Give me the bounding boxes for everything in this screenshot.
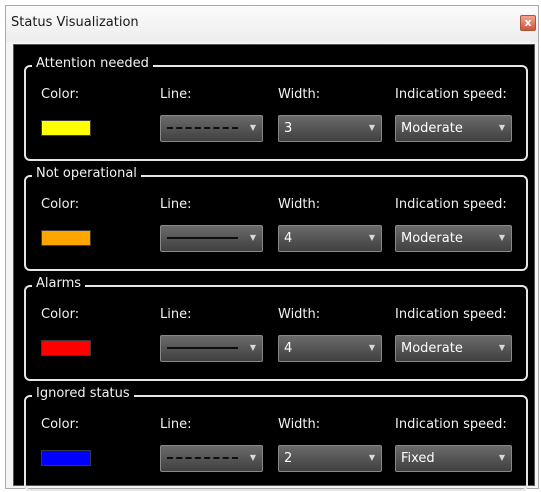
width-label: Width:	[278, 417, 321, 432]
speed-dropdown[interactable]: Moderate ▼	[395, 115, 512, 142]
line-style-sample	[167, 347, 238, 349]
chevron-down-icon: ▼	[368, 343, 375, 352]
chevron-down-icon: ▼	[498, 453, 505, 462]
speed-label: Indication speed:	[395, 197, 507, 212]
chevron-down-icon: ▼	[498, 343, 505, 352]
color-swatch[interactable]	[41, 120, 91, 136]
window-title: Status Visualization	[11, 15, 139, 30]
chevron-down-icon: ▼	[249, 453, 256, 462]
line-label: Line:	[160, 307, 192, 322]
width-label: Width:	[278, 197, 321, 212]
chevron-down-icon: ▼	[368, 233, 375, 242]
color-label: Color:	[41, 417, 80, 432]
color-label: Color:	[41, 197, 80, 212]
line-style-dropdown[interactable]: ▼	[160, 225, 263, 252]
color-swatch[interactable]	[41, 230, 91, 246]
group-title: Alarms	[32, 276, 86, 291]
speed-value: Moderate	[401, 121, 463, 136]
width-value: 3	[284, 121, 293, 136]
chevron-down-icon: ▼	[498, 233, 505, 242]
speed-dropdown[interactable]: Fixed ▼	[395, 445, 512, 472]
title-bar: Status Visualization x	[6, 6, 538, 42]
group-title: Ignored status	[32, 386, 134, 401]
line-style-dropdown[interactable]: ▼	[160, 335, 263, 362]
close-button[interactable]: x	[520, 15, 536, 31]
chevron-down-icon: ▼	[368, 123, 375, 132]
line-label: Line:	[160, 197, 192, 212]
speed-value: Moderate	[401, 231, 463, 246]
line-style-dropdown[interactable]: ▼	[160, 445, 263, 472]
status-visualization-window: Status Visualization x Attention needed …	[5, 5, 539, 491]
width-dropdown[interactable]: 4 ▼	[278, 225, 382, 252]
speed-value: Moderate	[401, 341, 463, 356]
chevron-down-icon: ▼	[249, 233, 256, 242]
color-label: Color:	[41, 307, 80, 322]
chevron-down-icon: ▼	[249, 343, 256, 352]
width-value: 2	[284, 451, 293, 466]
width-dropdown[interactable]: 4 ▼	[278, 335, 382, 362]
line-style-dropdown[interactable]: ▼	[160, 115, 263, 142]
group-ignored-status: Ignored status Color: Line: Width: Indic…	[24, 386, 528, 491]
width-dropdown[interactable]: 3 ▼	[278, 115, 382, 142]
settings-panel: Attention needed Color: Line: Width: Ind…	[13, 44, 535, 491]
speed-dropdown[interactable]: Moderate ▼	[395, 335, 512, 362]
close-icon: x	[524, 16, 532, 29]
speed-value: Fixed	[401, 451, 435, 466]
speed-dropdown[interactable]: Moderate ▼	[395, 225, 512, 252]
width-label: Width:	[278, 307, 321, 322]
color-label: Color:	[41, 87, 80, 102]
line-style-sample	[167, 237, 238, 239]
group-alarms: Alarms Color: Line: Width: Indication sp…	[24, 276, 528, 381]
speed-label: Indication speed:	[395, 307, 507, 322]
line-label: Line:	[160, 417, 192, 432]
speed-label: Indication speed:	[395, 87, 507, 102]
width-value: 4	[284, 231, 293, 246]
line-style-sample	[167, 127, 238, 129]
group-attention-needed: Attention needed Color: Line: Width: Ind…	[24, 56, 528, 161]
chevron-down-icon: ▼	[368, 453, 375, 462]
color-swatch[interactable]	[41, 340, 91, 356]
line-label: Line:	[160, 87, 192, 102]
group-not-operational: Not operational Color: Line: Width: Indi…	[24, 166, 528, 271]
group-title: Attention needed	[32, 56, 153, 71]
speed-label: Indication speed:	[395, 417, 507, 432]
width-value: 4	[284, 341, 293, 356]
group-title: Not operational	[32, 166, 141, 181]
chevron-down-icon: ▼	[498, 123, 505, 132]
line-style-sample	[167, 457, 238, 459]
color-swatch[interactable]	[41, 450, 91, 466]
width-dropdown[interactable]: 2 ▼	[278, 445, 382, 472]
chevron-down-icon: ▼	[249, 123, 256, 132]
width-label: Width:	[278, 87, 321, 102]
